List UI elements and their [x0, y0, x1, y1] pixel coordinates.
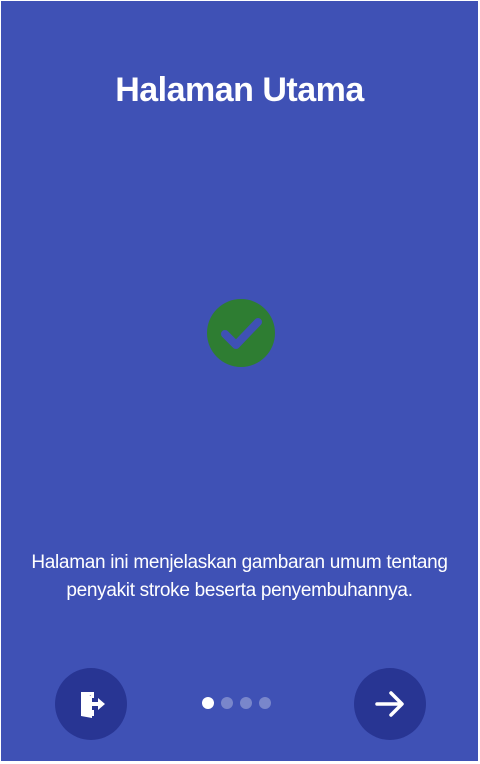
exit-button[interactable]: [55, 668, 127, 740]
page-indicator: [202, 697, 271, 709]
page-title: Halaman Utama: [115, 71, 364, 109]
arrow-right-icon: [375, 691, 404, 717]
page-dot: [221, 697, 233, 709]
page-dot-active: [202, 697, 214, 709]
page-description: Halaman ini menjelaskan gambaran umum te…: [31, 552, 448, 601]
onboarding-screen: Halaman Utama Halaman ini menjelaskan ga…: [1, 1, 478, 761]
page-dot: [259, 697, 271, 709]
next-button[interactable]: [354, 668, 426, 740]
exit-door-icon: [81, 692, 105, 718]
check-circle-icon: [205, 297, 277, 369]
page-dot: [240, 697, 252, 709]
